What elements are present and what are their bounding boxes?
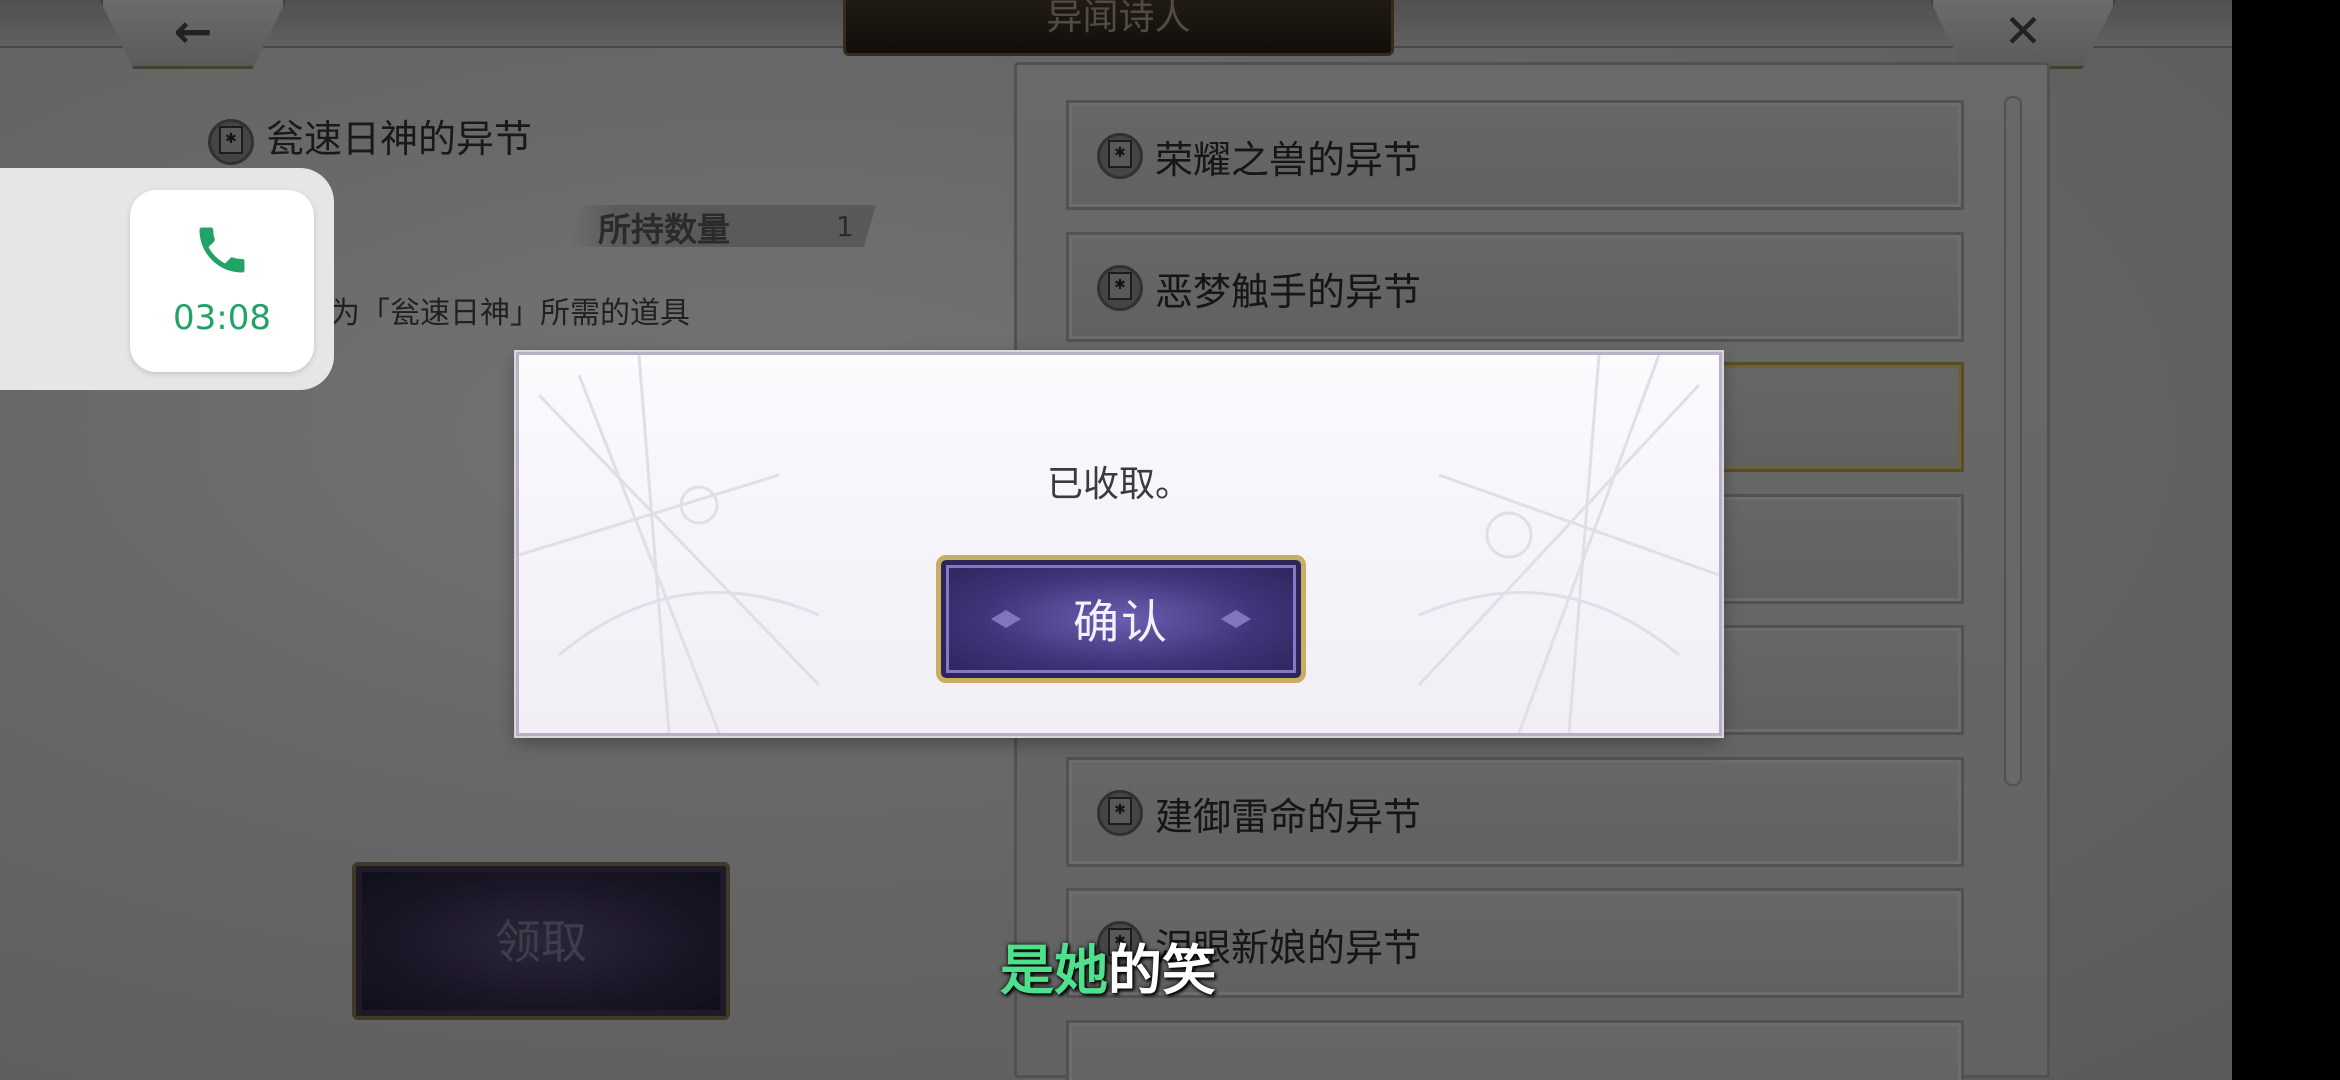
ornament-left-icon — [519, 355, 821, 733]
screen-edge — [2232, 0, 2340, 1080]
confirmation-dialog: 已收取。 确认 — [516, 352, 1722, 736]
dialog-message: 已收取。 — [1046, 464, 1191, 505]
call-timer: 03:08 — [173, 298, 271, 338]
confirm-button-label: 确认 — [1073, 595, 1169, 649]
video-subtitle: 是她的笑 — [1000, 926, 1216, 1005]
phone-icon — [199, 227, 245, 273]
subtitle-highlighted: 是她 — [1000, 939, 1108, 1002]
game-screen: ← 异闻诗人 ✕ 瓮速日神的异节 所持数量 1 为「瓮速日神」所需的道具 领取 … — [0, 0, 2232, 1080]
ornament-right-icon — [1417, 355, 1719, 733]
call-widget[interactable]: 03:08 — [130, 190, 314, 372]
confirm-button[interactable]: 确认 — [936, 555, 1306, 683]
subtitle-rest: 的笑 — [1108, 939, 1216, 1002]
